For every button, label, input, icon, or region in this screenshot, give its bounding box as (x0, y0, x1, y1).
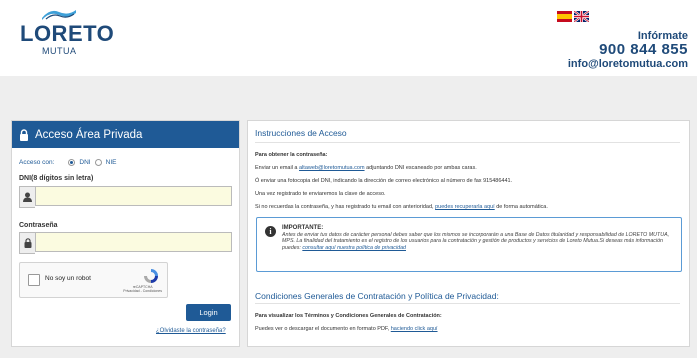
divider (255, 142, 680, 143)
dni-label: DNI(8 dígitos sin letra) (19, 175, 94, 182)
important-notice: i IMPORTANTE: Antes de enviar tus datos … (256, 217, 682, 272)
padlock-icon (19, 232, 35, 254)
login-panel: Acceso Área Privada Acceso con: DNI NIE … (11, 120, 240, 347)
obtain-heading: Para obtener la contraseña: (255, 152, 328, 158)
instructions-panel: Instrucciones de Acceso Para obtener la … (247, 120, 690, 347)
dni-input[interactable] (35, 186, 232, 206)
recaptcha-text: reCAPTCHA Privacidad - Condiciones (123, 285, 162, 293)
radio-nie-label: NIE (105, 159, 117, 166)
user-icon (19, 186, 35, 208)
email-link[interactable]: altaweb@loretomutua.com (299, 165, 365, 171)
brand-sub: MUTUA (42, 46, 77, 56)
recover-password-link[interactable]: puedes recuperarla aquí (435, 204, 495, 210)
contact-phone[interactable]: 900 844 855 (568, 42, 688, 58)
conditions-line: Puedes ver o descargar el documento en f… (255, 326, 438, 332)
radio-nie[interactable] (94, 159, 102, 166)
recaptcha-label: No soy un robot (45, 275, 91, 282)
login-title: Acceso Área Privada (35, 128, 143, 141)
radio-dni[interactable] (68, 159, 76, 166)
access-type-label: Acceso con: (19, 159, 55, 166)
uk-flag-icon[interactable] (574, 11, 589, 22)
instruction-line-4: Si no recuerdas la contraseña, y has reg… (255, 204, 548, 210)
dni-field (19, 186, 232, 208)
conditions-heading: Para visualizar los Términos y Condicion… (255, 313, 442, 319)
access-type-row: Acceso con: DNI NIE (19, 159, 116, 166)
important-body: Antes de enviar tus datos de carácter pe… (282, 232, 670, 251)
wave-logo-icon (42, 10, 76, 20)
password-input[interactable] (35, 232, 232, 252)
instruction-line-2: Ó enviar una fotocopia del DNI, indicand… (255, 178, 513, 184)
password-field (19, 232, 232, 254)
login-header: Acceso Área Privada (12, 121, 239, 148)
forgot-password-link[interactable]: ¿Olvidaste la contraseña? (156, 328, 226, 334)
instructions-title: Instrucciones de Acceso (255, 128, 347, 138)
brand-name: LORETO (20, 21, 115, 46)
password-label: Contraseña (19, 222, 58, 229)
recaptcha-widget: No soy un robot reCAPTCHA Privacidad - C… (19, 262, 168, 298)
contact-block: Infórmate 900 844 855 info@loretomutua.c… (568, 30, 688, 71)
conditions-title: Condiciones Generales de Contratación y … (255, 291, 499, 301)
lock-icon (20, 128, 28, 141)
recaptcha-checkbox[interactable] (28, 274, 40, 286)
info-icon: i (265, 226, 276, 237)
divider (255, 303, 680, 304)
conditions-pdf-link[interactable]: haciendo click aquí (391, 326, 438, 332)
recaptcha-icon (144, 269, 158, 283)
important-title: IMPORTANTE: (282, 225, 324, 231)
header: LORETO MUTUA Infórmate 900 844 855 info@… (0, 0, 697, 76)
contact-email[interactable]: info@loretomutua.com (568, 58, 688, 71)
privacy-policy-link[interactable]: consultar aquí nuestra política de priva… (302, 245, 406, 251)
instruction-line-1: Enviar un email a altaweb@loretomutua.co… (255, 165, 477, 171)
es-flag-icon[interactable] (557, 11, 572, 22)
brand-logo[interactable]: LORETO MUTUA (20, 8, 114, 56)
language-selector (557, 11, 589, 22)
instruction-line-3: Una vez registrado te enviaremos la clav… (255, 191, 386, 197)
radio-dni-label: DNI (79, 159, 91, 166)
login-button[interactable]: Login (186, 304, 231, 321)
recaptcha-links[interactable]: Privacidad - Condiciones (123, 289, 162, 293)
